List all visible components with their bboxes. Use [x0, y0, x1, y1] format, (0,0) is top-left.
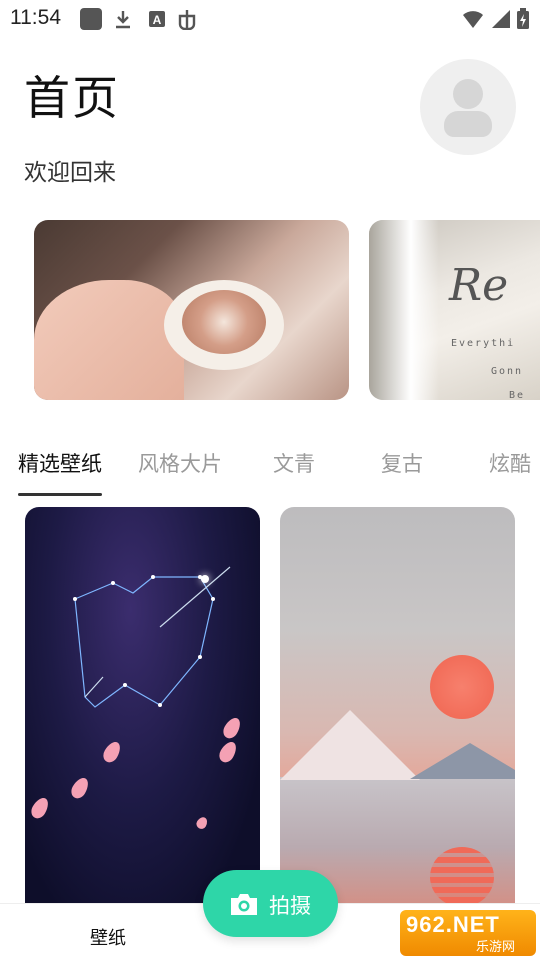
welcome-text: 欢迎回来 — [24, 160, 116, 186]
tab-literary[interactable]: 文青 — [273, 448, 315, 478]
battery-charging-icon — [517, 8, 529, 29]
camera-button-label: 拍摄 — [269, 894, 311, 918]
banner-caption-line: Be — [509, 390, 526, 400]
banner-caption-line: Everythi — [451, 338, 516, 349]
star — [151, 575, 155, 579]
watermark-main: 962.NET — [406, 912, 500, 937]
user-avatar-icon[interactable] — [420, 59, 516, 155]
wifi-icon — [463, 11, 483, 28]
star — [111, 581, 115, 585]
banner-wave-shape — [369, 220, 439, 400]
banner-coffee[interactable] — [34, 220, 349, 400]
camera-icon — [231, 894, 257, 915]
status-bar: 11:54 A — [0, 0, 540, 38]
star — [123, 683, 127, 687]
banner-beach[interactable]: Re Everythi Gonn Be — [369, 220, 540, 400]
notification-square-icon — [80, 8, 102, 30]
banner-hand-shape — [34, 280, 184, 400]
star — [211, 597, 215, 601]
star — [158, 703, 162, 707]
tab-indicator — [18, 493, 102, 496]
tab-featured-wallpaper[interactable]: 精选壁纸 — [18, 448, 102, 478]
tab-style[interactable]: 风格大片 — [138, 448, 222, 478]
wallpaper-sunset-mountain[interactable] — [280, 507, 515, 917]
constellation-lines — [74, 566, 231, 708]
avatar-body — [444, 111, 492, 137]
font-a-icon: A — [149, 11, 165, 27]
wallpaper-constellation-heart[interactable] — [25, 507, 260, 917]
svg-text:A: A — [153, 13, 162, 27]
site-watermark: 962.NET 乐游网 — [400, 910, 536, 956]
tab-cool[interactable]: 炫酷 — [489, 448, 531, 478]
status-time: 11:54 — [10, 6, 61, 29]
star — [201, 575, 209, 583]
mountain-shape — [280, 710, 420, 780]
page-title: 首页 — [24, 71, 120, 125]
sun-reflection-shape — [430, 847, 494, 907]
banner-caption-line: Gonn — [491, 366, 524, 377]
download-icon — [116, 11, 130, 29]
avatar-head — [453, 79, 483, 109]
tab-retro[interactable]: 复古 — [381, 448, 423, 478]
banner-script-text: Re — [449, 260, 509, 311]
mountain-shape — [410, 743, 515, 779]
signal-icon — [492, 10, 510, 28]
bug-icon — [178, 10, 196, 30]
sun-shape — [430, 655, 494, 719]
nav-wallpaper[interactable]: 壁纸 — [90, 924, 126, 950]
banner-coffee-shape — [182, 290, 266, 354]
star — [73, 597, 77, 601]
camera-button[interactable]: 拍摄 — [203, 870, 338, 937]
star — [198, 655, 202, 659]
category-tabs: 精选壁纸 风格大片 文青 复古 炫酷 — [0, 442, 540, 502]
watermark-sub: 乐游网 — [476, 940, 516, 955]
